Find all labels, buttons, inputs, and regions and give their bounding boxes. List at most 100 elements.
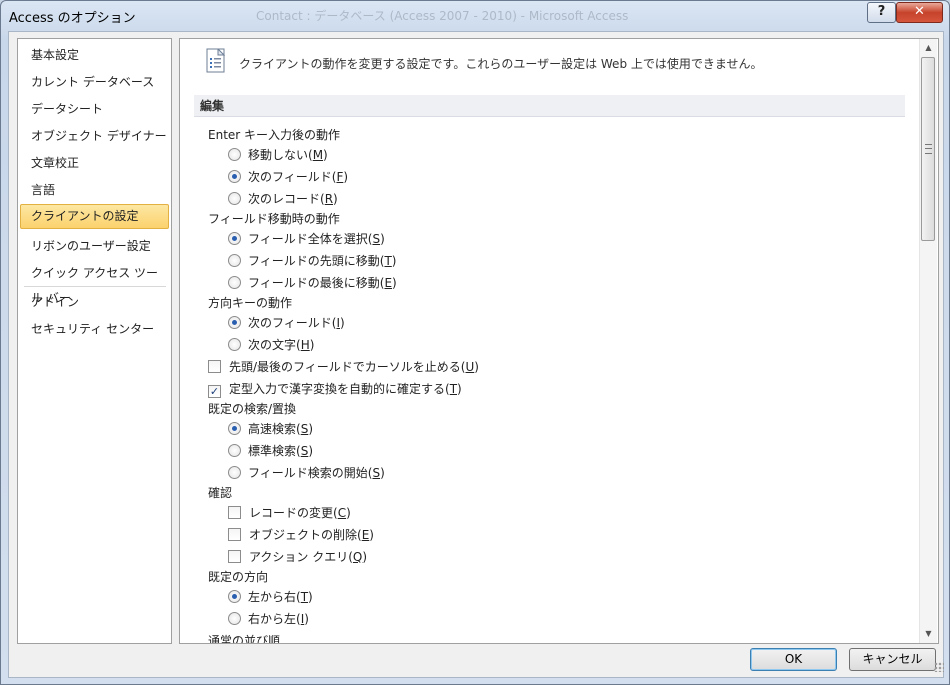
sidebar-item-customize-ribbon[interactable]: リボンのユーザー設定	[20, 234, 169, 259]
close-button[interactable]: ✕	[896, 2, 943, 23]
paren: )	[333, 192, 338, 206]
window-title: Access のオプション	[9, 11, 136, 26]
paren: )	[308, 444, 313, 458]
checkbox-cursor-stops[interactable]: 先頭/最後のフィールドでカーソルを止める(U)	[208, 357, 479, 377]
option-label: 次のフィールド(	[248, 170, 337, 184]
radio-icon[interactable]	[228, 444, 241, 457]
arrow-key-behavior-label: 方向キーの動作	[208, 296, 293, 310]
radio-go-to-field-start[interactable]: フィールドの先頭に移動(T)	[228, 251, 396, 271]
option-label: 次の文字(	[248, 338, 301, 352]
option-label: 先頭/最後のフィールドでカーソルを止める(	[229, 360, 466, 374]
option-label: フィールドの最後に移動(	[248, 276, 385, 290]
access-key: T	[449, 382, 458, 396]
sidebar-item-client-settings[interactable]: クライアントの設定	[20, 204, 169, 229]
access-key: H	[300, 338, 310, 352]
scroll-down-arrow-icon[interactable]: ▼	[920, 625, 937, 642]
radio-selected-icon[interactable]	[228, 170, 241, 183]
radio-selected-icon[interactable]	[228, 590, 241, 603]
checkbox-icon[interactable]	[228, 506, 241, 519]
scroll-up-arrow-icon[interactable]: ▲	[920, 39, 937, 56]
checkbox-icon[interactable]	[228, 528, 241, 541]
access-key: U	[465, 360, 475, 374]
sidebar-item-current-database[interactable]: カレント データベース	[20, 70, 169, 95]
option-label: フィールド全体を選択(	[248, 232, 373, 246]
paren: )	[304, 612, 309, 626]
radio-fast-search[interactable]: 高速検索(S)	[228, 419, 313, 439]
option-label: 定型入力で漢字変換を自動的に確定する(	[229, 382, 450, 396]
option-label: 右から左(	[248, 612, 301, 626]
checkbox-icon[interactable]	[228, 550, 241, 563]
radio-dont-move[interactable]: 移動しない(M)	[228, 145, 328, 165]
radio-arrow-next-character[interactable]: 次の文字(H)	[228, 335, 314, 355]
access-key: T	[384, 254, 392, 268]
default-direction-label: 既定の方向	[208, 570, 269, 584]
radio-icon[interactable]	[228, 466, 241, 479]
paren: )	[323, 148, 328, 162]
title-bar[interactable]: Access のオプション Contact : データベース (Access 2…	[1, 1, 949, 31]
paren: )	[346, 506, 351, 520]
general-sort-order-label: 通常の並び順	[208, 634, 281, 644]
help-button[interactable]: ?	[867, 2, 896, 23]
vertical-scrollbar[interactable]: ▲ ▼	[919, 39, 937, 643]
radio-selected-icon[interactable]	[228, 316, 241, 329]
checkbox-action-queries[interactable]: アクション クエリ(Q)	[228, 547, 367, 567]
radio-right-to-left[interactable]: 右から左(I)	[228, 609, 309, 629]
panel-description: クライアントの動作を変更する設定です。これらのユーザー設定は Web 上では使用…	[239, 57, 763, 71]
find-replace-label: 既定の検索/置換	[208, 402, 297, 416]
section-header-editing: 編集	[194, 95, 905, 117]
paren: )	[340, 316, 345, 330]
paren: )	[380, 466, 385, 480]
sidebar-item-object-designers[interactable]: オブジェクト デザイナー	[20, 124, 169, 149]
access-key: E	[384, 276, 393, 290]
sidebar-item-trust-center[interactable]: セキュリティ センター	[20, 317, 169, 342]
paren: )	[309, 338, 315, 352]
paren: )	[343, 170, 349, 184]
sidebar-item-add-ins[interactable]: アドイン	[20, 290, 169, 315]
paren: )	[362, 550, 368, 564]
checkbox-ime-auto-confirm[interactable]: ✓ 定型入力で漢字変換を自動的に確定する(T)	[208, 379, 462, 399]
option-label: オブジェクトの削除(	[249, 528, 362, 542]
radio-icon[interactable]	[228, 338, 241, 351]
checkbox-document-deletions[interactable]: オブジェクトの削除(E)	[228, 525, 374, 545]
radio-left-to-right[interactable]: 左から右(T)	[228, 587, 313, 607]
radio-icon[interactable]	[228, 254, 241, 267]
options-dialog: Access のオプション Contact : データベース (Access 2…	[0, 0, 950, 685]
sidebar-item-general[interactable]: 基本設定	[20, 43, 169, 68]
paren: )	[308, 422, 313, 436]
paren: )	[457, 382, 462, 396]
radio-next-field[interactable]: 次のフィールド(F)	[228, 167, 348, 187]
option-label: フィールド検索の開始(	[248, 466, 373, 480]
radio-next-record[interactable]: 次のレコード(R)	[228, 189, 338, 209]
checkmark-icon[interactable]: ✓	[208, 385, 221, 398]
checkbox-icon[interactable]	[208, 360, 221, 373]
sidebar-item-quick-access-toolbar[interactable]: クイック アクセス ツール バー	[20, 261, 169, 305]
paren: )	[391, 254, 397, 268]
checkbox-record-changes[interactable]: レコードの変更(C)	[228, 503, 351, 523]
radio-icon[interactable]	[228, 276, 241, 289]
radio-icon[interactable]	[228, 192, 241, 205]
sidebar-item-language[interactable]: 言語	[20, 178, 169, 203]
paren: )	[474, 360, 479, 374]
ok-button[interactable]: OK	[750, 648, 837, 671]
resize-grip-icon[interactable]	[934, 662, 944, 672]
sidebar-item-datasheet[interactable]: データシート	[20, 97, 169, 122]
radio-general-search[interactable]: 標準検索(S)	[228, 441, 313, 461]
radio-selected-icon[interactable]	[228, 232, 241, 245]
radio-icon[interactable]	[228, 612, 241, 625]
scrollbar-thumb[interactable]	[921, 57, 935, 241]
radio-icon[interactable]	[228, 148, 241, 161]
radio-select-entire-field[interactable]: フィールド全体を選択(S)	[228, 229, 385, 249]
access-key: Q	[352, 550, 363, 564]
paren: )	[308, 590, 313, 604]
radio-arrow-next-field[interactable]: 次のフィールド(I)	[228, 313, 345, 333]
radio-go-to-field-end[interactable]: フィールドの最後に移動(E)	[228, 273, 397, 293]
cancel-button[interactable]: キャンセル	[849, 648, 936, 671]
access-key: T	[300, 590, 309, 604]
sidebar-item-proofing[interactable]: 文章校正	[20, 151, 169, 176]
radio-start-of-field-search[interactable]: フィールド検索の開始(S)	[228, 463, 385, 483]
option-label: 次のフィールド(	[248, 316, 337, 330]
option-label: 左から右(	[248, 590, 301, 604]
settings-document-icon	[206, 48, 226, 73]
access-key: S	[372, 232, 381, 246]
radio-selected-icon[interactable]	[228, 422, 241, 435]
